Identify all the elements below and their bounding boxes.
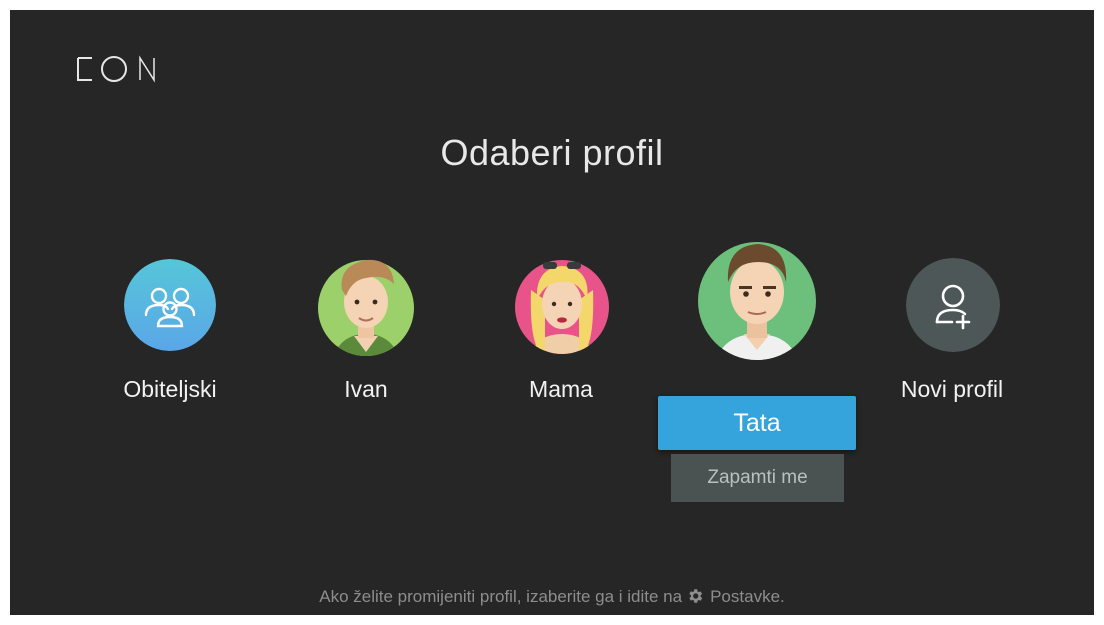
footer-hint: Ako želite promijeniti profil, izaberite… — [10, 587, 1094, 610]
profile-obiteljski[interactable]: Obiteljski — [70, 250, 270, 410]
page-title: Odaberi profil — [440, 132, 664, 173]
settings-link[interactable]: Postavke. — [710, 587, 785, 606]
add-user-icon — [906, 258, 1000, 352]
profile-tata[interactable] — [657, 232, 857, 382]
gear-icon — [686, 587, 704, 610]
eon-logo — [58, 50, 188, 90]
avatar-mama — [515, 260, 609, 354]
avatar-tata — [698, 242, 816, 360]
select-profile-tata-button[interactable]: Tata — [658, 396, 856, 450]
avatar-ivan — [318, 259, 414, 356]
remember-me-button[interactable]: Zapamti me — [671, 454, 844, 502]
profile-ivan[interactable]: Ivan — [266, 248, 466, 410]
family-group-icon — [124, 259, 216, 351]
profile-select-screen: Odaberi profil Obiteljski Ivan Mama Tata… — [10, 10, 1094, 615]
profile-label: Obiteljski — [123, 376, 217, 402]
profile-new[interactable]: Novi profil — [852, 250, 1052, 410]
hint-text: Ako želite promijeniti profil, izaberite… — [319, 587, 683, 606]
profile-label: Ivan — [344, 376, 388, 402]
profile-label: Novi profil — [900, 376, 1004, 402]
profile-label: Mama — [529, 376, 593, 402]
profile-mama[interactable]: Mama — [461, 248, 661, 410]
